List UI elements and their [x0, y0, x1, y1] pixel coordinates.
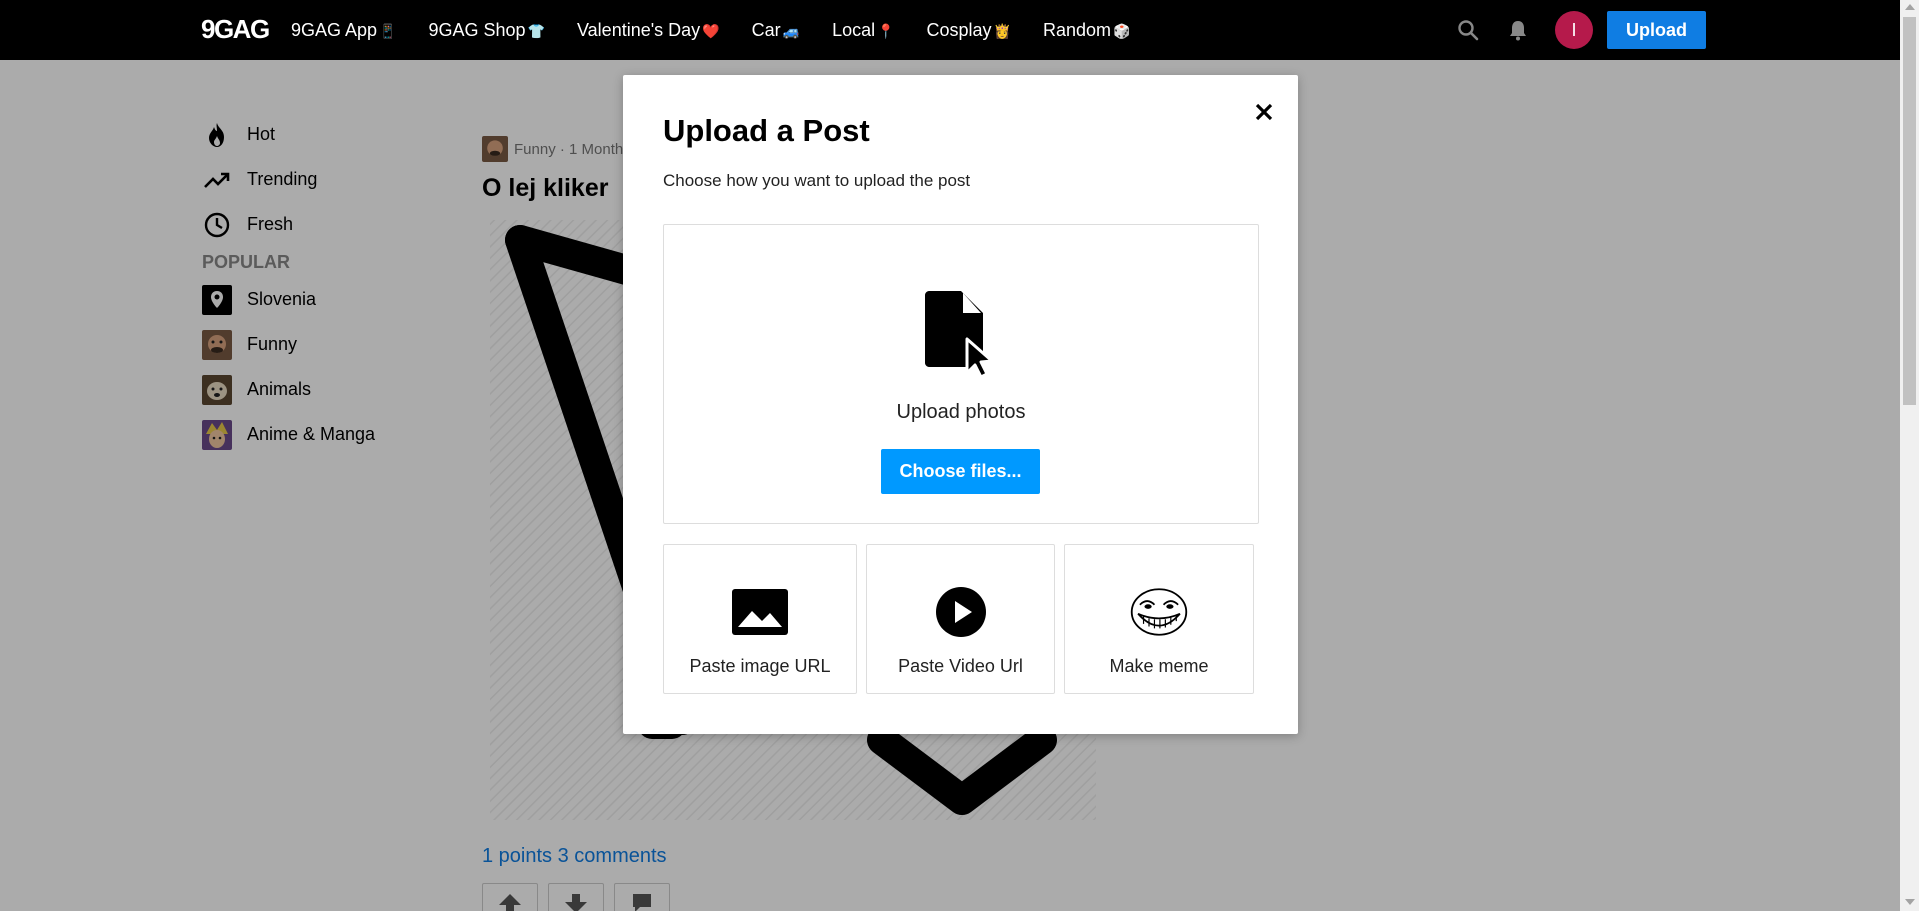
file-cursor-icon: [921, 287, 1001, 379]
nav-item-shop[interactable]: 9GAG Shop 👕: [429, 20, 546, 41]
shirt-emoji-icon: 👕: [527, 22, 545, 39]
nav-item-valentines[interactable]: Valentine's Day ❤️: [577, 20, 720, 41]
paste-image-url-option[interactable]: Paste image URL: [663, 544, 857, 694]
nav-item-label: 9GAG Shop: [428, 19, 526, 40]
nav-item-local[interactable]: Local 📍: [832, 20, 894, 41]
scrollbar-thumb[interactable]: [1903, 17, 1916, 405]
nav-item-label: Local: [832, 19, 876, 40]
trollface-icon: [1129, 585, 1189, 639]
option-label: Make meme: [1109, 656, 1209, 676]
nav-item-app[interactable]: 9GAG App 📱: [291, 20, 397, 41]
nav-item-label: Car: [751, 19, 781, 40]
nav-item-label: Cosplay: [926, 19, 992, 40]
car-emoji-icon: 🚙: [782, 22, 801, 39]
upload-modal: Upload a Post Choose how you want to upl…: [623, 75, 1298, 734]
modal-title: Upload a Post: [663, 113, 870, 148]
nav-item-car[interactable]: Car 🚙: [752, 20, 800, 41]
option-label: Paste Video Url: [898, 656, 1023, 676]
scrollbar[interactable]: [1900, 0, 1919, 911]
heart-emoji-icon: ❤️: [702, 22, 720, 39]
nav-item-label: Valentine's Day: [577, 19, 701, 40]
make-meme-option[interactable]: Make meme: [1064, 544, 1254, 694]
option-label: Paste image URL: [689, 656, 831, 676]
page: 9GAG 9GAG App 📱 9GAG Shop 👕 Valentine's Da…: [0, 0, 1919, 911]
top-bar-actions: I Upload: [1405, 0, 1706, 60]
choose-files-button[interactable]: Choose files...: [881, 449, 1040, 494]
dice-emoji-icon: 🎲: [1113, 22, 1131, 39]
princess-emoji-icon: 👸: [993, 22, 1011, 39]
top-bar: 9GAG 9GAG App 📱 9GAG Shop 👕 Valentine's Da…: [0, 0, 1900, 60]
image-icon: [730, 585, 790, 639]
upload-drop-area[interactable]: Upload photos Choose files...: [663, 224, 1259, 524]
scroll-up-icon[interactable]: [1905, 4, 1915, 10]
upload-button[interactable]: Upload: [1607, 11, 1706, 49]
play-icon: [931, 585, 991, 639]
upload-photos-label: Upload photos: [896, 401, 1026, 423]
scroll-down-icon[interactable]: [1905, 899, 1915, 905]
phone-emoji-icon: 📱: [379, 22, 397, 39]
nav-item-label: 9GAG App: [291, 19, 378, 40]
bell-icon[interactable]: [1505, 17, 1531, 43]
paste-video-url-option[interactable]: Paste Video Url: [866, 544, 1055, 694]
nav-item-random[interactable]: Random 🎲: [1043, 20, 1130, 41]
dark-mode-icon[interactable]: [1405, 17, 1431, 43]
nav-item-label: Random: [1043, 19, 1112, 40]
search-icon[interactable]: [1455, 17, 1481, 43]
modal-subtitle: Choose how you want to upload the post: [663, 171, 971, 190]
nav-item-cosplay[interactable]: Cosplay 👸: [927, 20, 1011, 41]
pin-emoji-icon: 📍: [877, 22, 895, 39]
top-nav: 9GAG App 📱 9GAG Shop 👕 Valentine's Day ❤️ C…: [291, 0, 1130, 60]
close-icon[interactable]: [1251, 99, 1277, 125]
logo[interactable]: 9GAG: [201, 14, 270, 45]
avatar[interactable]: I: [1555, 11, 1593, 49]
